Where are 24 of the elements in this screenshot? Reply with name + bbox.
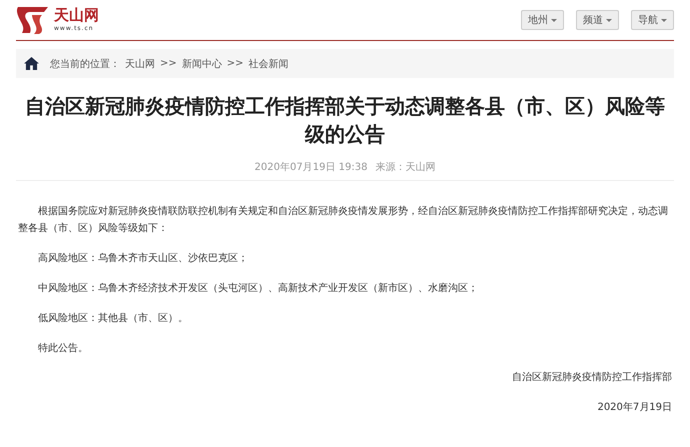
breadcrumb-separator: >> bbox=[226, 58, 244, 69]
breadcrumb-link[interactable]: 新闻中心 bbox=[182, 56, 222, 70]
article-paragraph: 低风险地区：其他县（市、区）。 bbox=[37, 312, 189, 326]
caret-icon bbox=[661, 18, 667, 22]
article-paragraph: 特此公告。 bbox=[37, 342, 89, 356]
signature: 自治区新冠肺炎疫情防控工作指挥部 bbox=[511, 370, 672, 384]
location-label: 您当前的位置： bbox=[50, 58, 120, 70]
article-paragraph: 中风险地区：乌鲁木齐经济技术开发区（头屯河区）、高新技术产业开发区（新市区）、水磨沟区； bbox=[37, 282, 479, 296]
caret-icon bbox=[606, 18, 612, 22]
breadcrumb-link[interactable]: 天山网 bbox=[125, 56, 155, 70]
publish-time: 2020年07月19日 19:38 bbox=[254, 161, 368, 174]
home-icon[interactable] bbox=[24, 57, 39, 70]
nav-dropdown-button[interactable]: 地州 bbox=[521, 10, 564, 30]
site-logo-name[interactable]: 天山网 bbox=[54, 8, 99, 25]
article-paragraph: 高风险地区：乌鲁木齐市天山区、沙依巴克区； bbox=[37, 252, 249, 266]
nav-dropdown-button[interactable]: 导航 bbox=[631, 10, 674, 30]
breadcrumb-separator: >> bbox=[160, 58, 177, 69]
article-source: 来源：天山网 bbox=[375, 160, 436, 174]
announcement-date: 2020年7月19日 bbox=[596, 401, 672, 414]
article-title: 自治区新冠肺炎疫情防控工作指挥部关于动态调整各县（市、区）风险等级的公告 bbox=[24, 93, 666, 148]
nav-dropdown-button[interactable]: 频道 bbox=[576, 10, 619, 30]
article-paragraph: 根据国务院应对新冠肺炎疫情联防联控机制有关规定和自治区新冠肺炎疫情发展形势，经自治区新冠肺炎疫情防控工作指挥部研究决定，动态调整各县（市、区）风险等级如下： bbox=[18, 204, 669, 236]
caret-icon bbox=[551, 18, 557, 22]
breadcrumb-link[interactable]: 社会新闻 bbox=[248, 56, 289, 70]
